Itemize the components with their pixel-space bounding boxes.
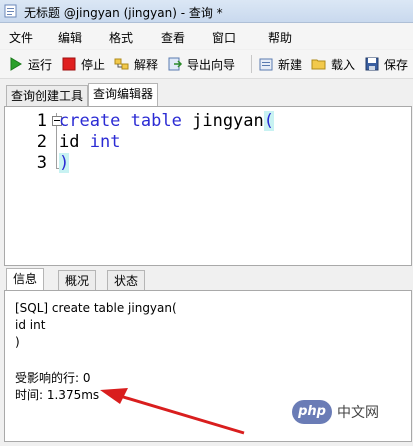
keyword-table: table [130, 111, 182, 131]
export-wizard-button[interactable]: 导出向导 [167, 54, 235, 74]
new-button[interactable]: 新建 [258, 54, 302, 74]
watermark-logo: php [292, 400, 332, 424]
stop-icon [62, 57, 76, 71]
title-bar: 无标题 @jingyan (jingyan) - 查询 * [0, 0, 413, 23]
toolbar: 运行 停止 解释 导出向导 新建 载入 保存 [0, 50, 413, 79]
result-line: [SQL] create table jingyan( [15, 301, 177, 315]
export-icon [168, 57, 183, 71]
menu-bar: 文件 编辑 格式 查看 窗口 帮助 [0, 23, 413, 49]
stop-button[interactable]: 停止 [61, 54, 105, 74]
line-number-gutter: 1 2 3 [5, 107, 62, 265]
tab-profile[interactable]: 概况 [58, 270, 97, 291]
app-window: 无标题 @jingyan (jingyan) - 查询 * 文件 编辑 格式 查… [0, 0, 413, 446]
code-line-1: create table jingyan( [59, 111, 275, 131]
run-label: 运行 [28, 57, 53, 72]
tab-query-editor[interactable]: 查询编辑器 [88, 83, 159, 107]
new-query-icon [259, 58, 273, 71]
new-label: 新建 [278, 57, 303, 72]
keyword-int: int [89, 132, 121, 152]
save-label: 保存 [384, 57, 409, 72]
elapsed-time-text: 时间: 1.375ms [15, 388, 100, 402]
menu-window[interactable]: 窗口 [212, 29, 236, 46]
tab-profile-label: 概况 [65, 274, 90, 288]
tab-status-label: 状态 [114, 274, 139, 288]
menu-edit[interactable]: 编辑 [58, 29, 82, 46]
result-line: id int [15, 318, 46, 332]
tab-query-builder-label: 查询创建工具 [11, 89, 84, 103]
close-paren: ) [59, 153, 70, 173]
keyword-create: create [59, 111, 121, 131]
editor-tab-strip: 查询创建工具 查询编辑器 [0, 82, 413, 107]
toolbar-separator [251, 55, 252, 73]
result-line: ) [15, 335, 20, 349]
explain-button[interactable]: 解释 [114, 54, 158, 74]
play-icon [10, 57, 22, 71]
export-wizard-label: 导出向导 [187, 57, 236, 72]
tab-message-label: 信息 [13, 272, 38, 286]
menu-help[interactable]: 帮助 [268, 29, 292, 46]
tab-query-editor-label: 查询编辑器 [93, 87, 154, 101]
stop-label: 停止 [81, 57, 106, 72]
menu-file[interactable]: 文件 [9, 29, 33, 46]
line-number: 3 [36, 153, 47, 173]
save-button[interactable]: 保存 [364, 54, 408, 74]
window-title: 无标题 @jingyan (jingyan) - 查询 * [24, 6, 223, 20]
menu-format[interactable]: 格式 [109, 29, 133, 46]
watermark: php 中文网 [292, 398, 379, 426]
floppy-disk-icon [365, 57, 379, 71]
line-number: 2 [36, 132, 47, 152]
code-line-3: ) [59, 153, 70, 173]
query-document-icon [4, 4, 17, 18]
line-number: 1 [36, 111, 47, 131]
result-tab-strip: 信息 概况 状态 [4, 268, 410, 291]
explain-icon [114, 58, 129, 70]
load-label: 载入 [331, 57, 356, 72]
affected-rows-text: 受影响的行: 0 [15, 371, 91, 385]
tab-query-builder[interactable]: 查询创建工具 [6, 85, 89, 106]
open-paren: ( [263, 111, 275, 131]
folder-open-icon [311, 59, 326, 70]
tab-status[interactable]: 状态 [107, 270, 146, 291]
tab-message[interactable]: 信息 [6, 268, 45, 291]
run-button[interactable]: 运行 [8, 54, 52, 74]
table-name: jingyan [192, 111, 264, 131]
column-name: id [59, 132, 80, 152]
code-line-2: id int [59, 132, 120, 152]
sql-editor[interactable]: 1 2 3 create table jingyan( id int ) [4, 106, 412, 266]
load-button[interactable]: 载入 [311, 54, 355, 74]
watermark-text: 中文网 [337, 405, 379, 421]
menu-view[interactable]: 查看 [161, 29, 185, 46]
explain-label: 解释 [134, 57, 159, 72]
